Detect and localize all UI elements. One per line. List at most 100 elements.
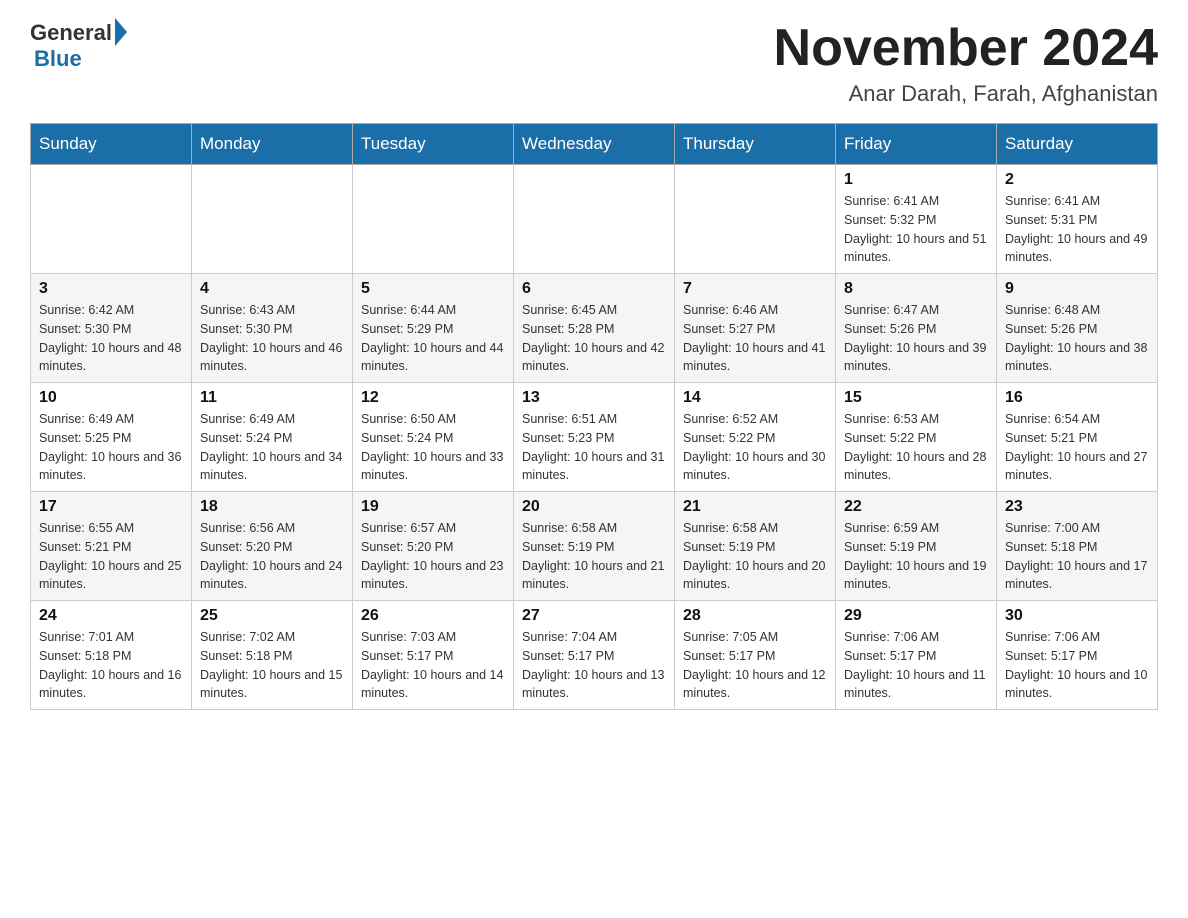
day-number: 28 (683, 607, 827, 625)
calendar-day-header: Tuesday (353, 124, 514, 165)
day-sun-info: Sunrise: 7:04 AM Sunset: 5:17 PM Dayligh… (522, 628, 666, 703)
page-header: General Blue November 2024 Anar Darah, F… (30, 20, 1158, 107)
calendar-day-cell: 12Sunrise: 6:50 AM Sunset: 5:24 PM Dayli… (353, 383, 514, 492)
calendar-day-cell: 19 Sunrise: 6:57 AM Sunset: 5:20 PM Dayli… (353, 492, 514, 601)
calendar-day-cell: 15 Sunrise: 6:53 AM Sunset: 5:22 PM Dayli… (836, 383, 997, 492)
day-number: 30 (1005, 607, 1149, 625)
calendar-day-cell: 2 Sunrise: 6:41 AM Sunset: 5:31 PM Daylig… (997, 165, 1158, 274)
calendar-day-header: Thursday (675, 124, 836, 165)
calendar-day-cell: 21 Sunrise: 6:58 AM Sunset: 5:19 PM Dayli… (675, 492, 836, 601)
day-number: 8 (844, 280, 988, 298)
day-number: 23 (1005, 498, 1149, 516)
day-sun-info: Sunrise: 6:45 AM Sunset: 5:28 PM Dayligh… (522, 301, 666, 376)
day-sun-info: Sunrise: 6:51 AM Sunset: 5:23 PM Dayligh… (522, 410, 666, 485)
day-number: 11 (200, 389, 344, 407)
calendar-day-cell: 20 Sunrise: 6:58 AM Sunset: 5:19 PM Dayli… (514, 492, 675, 601)
calendar-day-cell: 25 Sunrise: 7:02 AM Sunset: 5:18 PM Dayli… (192, 601, 353, 710)
calendar-day-cell: 18Sunrise: 6:56 AM Sunset: 5:20 PM Dayli… (192, 492, 353, 601)
day-sun-info: Sunrise: 7:00 AM Sunset: 5:18 PM Dayligh… (1005, 519, 1149, 594)
calendar-day-cell: 24 Sunrise: 7:01 AM Sunset: 5:18 PM Dayli… (31, 601, 192, 710)
day-number: 25 (200, 607, 344, 625)
calendar-day-cell: 8 Sunrise: 6:47 AM Sunset: 5:26 PM Daylig… (836, 274, 997, 383)
day-number: 7 (683, 280, 827, 298)
day-sun-info: Sunrise: 7:05 AM Sunset: 5:17 PM Dayligh… (683, 628, 827, 703)
calendar-day-cell: 23 Sunrise: 7:00 AM Sunset: 5:18 PM Dayli… (997, 492, 1158, 601)
day-sun-info: Sunrise: 6:47 AM Sunset: 5:26 PM Dayligh… (844, 301, 988, 376)
day-sun-info: Sunrise: 7:06 AM Sunset: 5:17 PM Dayligh… (1005, 628, 1149, 703)
calendar-day-header: Sunday (31, 124, 192, 165)
calendar-table: SundayMondayTuesdayWednesdayThursdayFrid… (30, 123, 1158, 710)
calendar-day-cell (192, 165, 353, 274)
calendar-week-row: 1Sunrise: 6:41 AM Sunset: 5:32 PM Daylig… (31, 165, 1158, 274)
day-sun-info: Sunrise: 6:46 AM Sunset: 5:27 PM Dayligh… (683, 301, 827, 376)
day-sun-info: Sunrise: 7:01 AM Sunset: 5:18 PM Dayligh… (39, 628, 183, 703)
day-number: 4 (200, 280, 344, 298)
day-number: 20 (522, 498, 666, 516)
calendar-day-header: Saturday (997, 124, 1158, 165)
calendar-week-row: 10 Sunrise: 6:49 AM Sunset: 5:25 PM Dayli… (31, 383, 1158, 492)
calendar-day-cell: 17 Sunrise: 6:55 AM Sunset: 5:21 PM Dayli… (31, 492, 192, 601)
day-number: 1 (844, 171, 988, 189)
day-sun-info: Sunrise: 6:58 AM Sunset: 5:19 PM Dayligh… (522, 519, 666, 594)
day-sun-info: Sunrise: 7:06 AM Sunset: 5:17 PM Dayligh… (844, 628, 988, 703)
calendar-header-row: SundayMondayTuesdayWednesdayThursdayFrid… (31, 124, 1158, 165)
logo: General Blue (30, 20, 127, 72)
calendar-day-cell: 13 Sunrise: 6:51 AM Sunset: 5:23 PM Dayli… (514, 383, 675, 492)
day-number: 24 (39, 607, 183, 625)
day-sun-info: Sunrise: 6:43 AM Sunset: 5:30 PM Dayligh… (200, 301, 344, 376)
day-sun-info: Sunrise: 7:02 AM Sunset: 5:18 PM Dayligh… (200, 628, 344, 703)
day-sun-info: Sunrise: 6:41 AM Sunset: 5:31 PM Dayligh… (1005, 192, 1149, 267)
day-number: 3 (39, 280, 183, 298)
day-number: 6 (522, 280, 666, 298)
day-number: 16 (1005, 389, 1149, 407)
logo-blue-text: Blue (34, 46, 82, 72)
day-number: 13 (522, 389, 666, 407)
logo-arrow-icon (115, 18, 127, 46)
day-sun-info: Sunrise: 6:59 AM Sunset: 5:19 PM Dayligh… (844, 519, 988, 594)
calendar-day-cell: 9 Sunrise: 6:48 AM Sunset: 5:26 PM Daylig… (997, 274, 1158, 383)
day-sun-info: Sunrise: 6:53 AM Sunset: 5:22 PM Dayligh… (844, 410, 988, 485)
day-number: 5 (361, 280, 505, 298)
day-number: 17 (39, 498, 183, 516)
day-number: 2 (1005, 171, 1149, 189)
day-sun-info: Sunrise: 6:49 AM Sunset: 5:25 PM Dayligh… (39, 410, 183, 485)
calendar-day-cell: 1Sunrise: 6:41 AM Sunset: 5:32 PM Daylig… (836, 165, 997, 274)
day-number: 19 (361, 498, 505, 516)
calendar-day-cell: 14Sunrise: 6:52 AM Sunset: 5:22 PM Dayli… (675, 383, 836, 492)
day-number: 27 (522, 607, 666, 625)
day-number: 9 (1005, 280, 1149, 298)
calendar-day-cell: 30 Sunrise: 7:06 AM Sunset: 5:17 PM Dayli… (997, 601, 1158, 710)
calendar-day-header: Friday (836, 124, 997, 165)
calendar-day-cell: 7 Sunrise: 6:46 AM Sunset: 5:27 PM Daylig… (675, 274, 836, 383)
day-number: 29 (844, 607, 988, 625)
day-number: 26 (361, 607, 505, 625)
day-sun-info: Sunrise: 6:52 AM Sunset: 5:22 PM Dayligh… (683, 410, 827, 485)
calendar-day-cell: 26Sunrise: 7:03 AM Sunset: 5:17 PM Dayli… (353, 601, 514, 710)
calendar-day-cell: 4 Sunrise: 6:43 AM Sunset: 5:30 PM Daylig… (192, 274, 353, 383)
calendar-day-header: Monday (192, 124, 353, 165)
day-sun-info: Sunrise: 6:55 AM Sunset: 5:21 PM Dayligh… (39, 519, 183, 594)
day-sun-info: Sunrise: 6:58 AM Sunset: 5:19 PM Dayligh… (683, 519, 827, 594)
day-sun-info: Sunrise: 6:48 AM Sunset: 5:26 PM Dayligh… (1005, 301, 1149, 376)
calendar-day-cell: 28 Sunrise: 7:05 AM Sunset: 5:17 PM Dayli… (675, 601, 836, 710)
day-sun-info: Sunrise: 6:57 AM Sunset: 5:20 PM Dayligh… (361, 519, 505, 594)
calendar-day-cell (514, 165, 675, 274)
day-number: 15 (844, 389, 988, 407)
day-sun-info: Sunrise: 6:50 AM Sunset: 5:24 PM Dayligh… (361, 410, 505, 485)
calendar-week-row: 24 Sunrise: 7:01 AM Sunset: 5:18 PM Dayli… (31, 601, 1158, 710)
calendar-day-cell: 27 Sunrise: 7:04 AM Sunset: 5:17 PM Dayli… (514, 601, 675, 710)
calendar-day-cell: 3Sunrise: 6:42 AM Sunset: 5:30 PM Daylig… (31, 274, 192, 383)
day-number: 21 (683, 498, 827, 516)
calendar-day-cell: 11Sunrise: 6:49 AM Sunset: 5:24 PM Dayli… (192, 383, 353, 492)
calendar-day-cell (675, 165, 836, 274)
calendar-day-cell: 10 Sunrise: 6:49 AM Sunset: 5:25 PM Dayli… (31, 383, 192, 492)
day-number: 18 (200, 498, 344, 516)
calendar-day-cell: 6 Sunrise: 6:45 AM Sunset: 5:28 PM Daylig… (514, 274, 675, 383)
calendar-day-header: Wednesday (514, 124, 675, 165)
calendar-day-cell: 29 Sunrise: 7:06 AM Sunset: 5:17 PM Dayli… (836, 601, 997, 710)
calendar-week-row: 3Sunrise: 6:42 AM Sunset: 5:30 PM Daylig… (31, 274, 1158, 383)
day-number: 10 (39, 389, 183, 407)
calendar-day-cell: 22 Sunrise: 6:59 AM Sunset: 5:19 PM Dayli… (836, 492, 997, 601)
day-number: 22 (844, 498, 988, 516)
calendar-day-cell: 5Sunrise: 6:44 AM Sunset: 5:29 PM Daylig… (353, 274, 514, 383)
